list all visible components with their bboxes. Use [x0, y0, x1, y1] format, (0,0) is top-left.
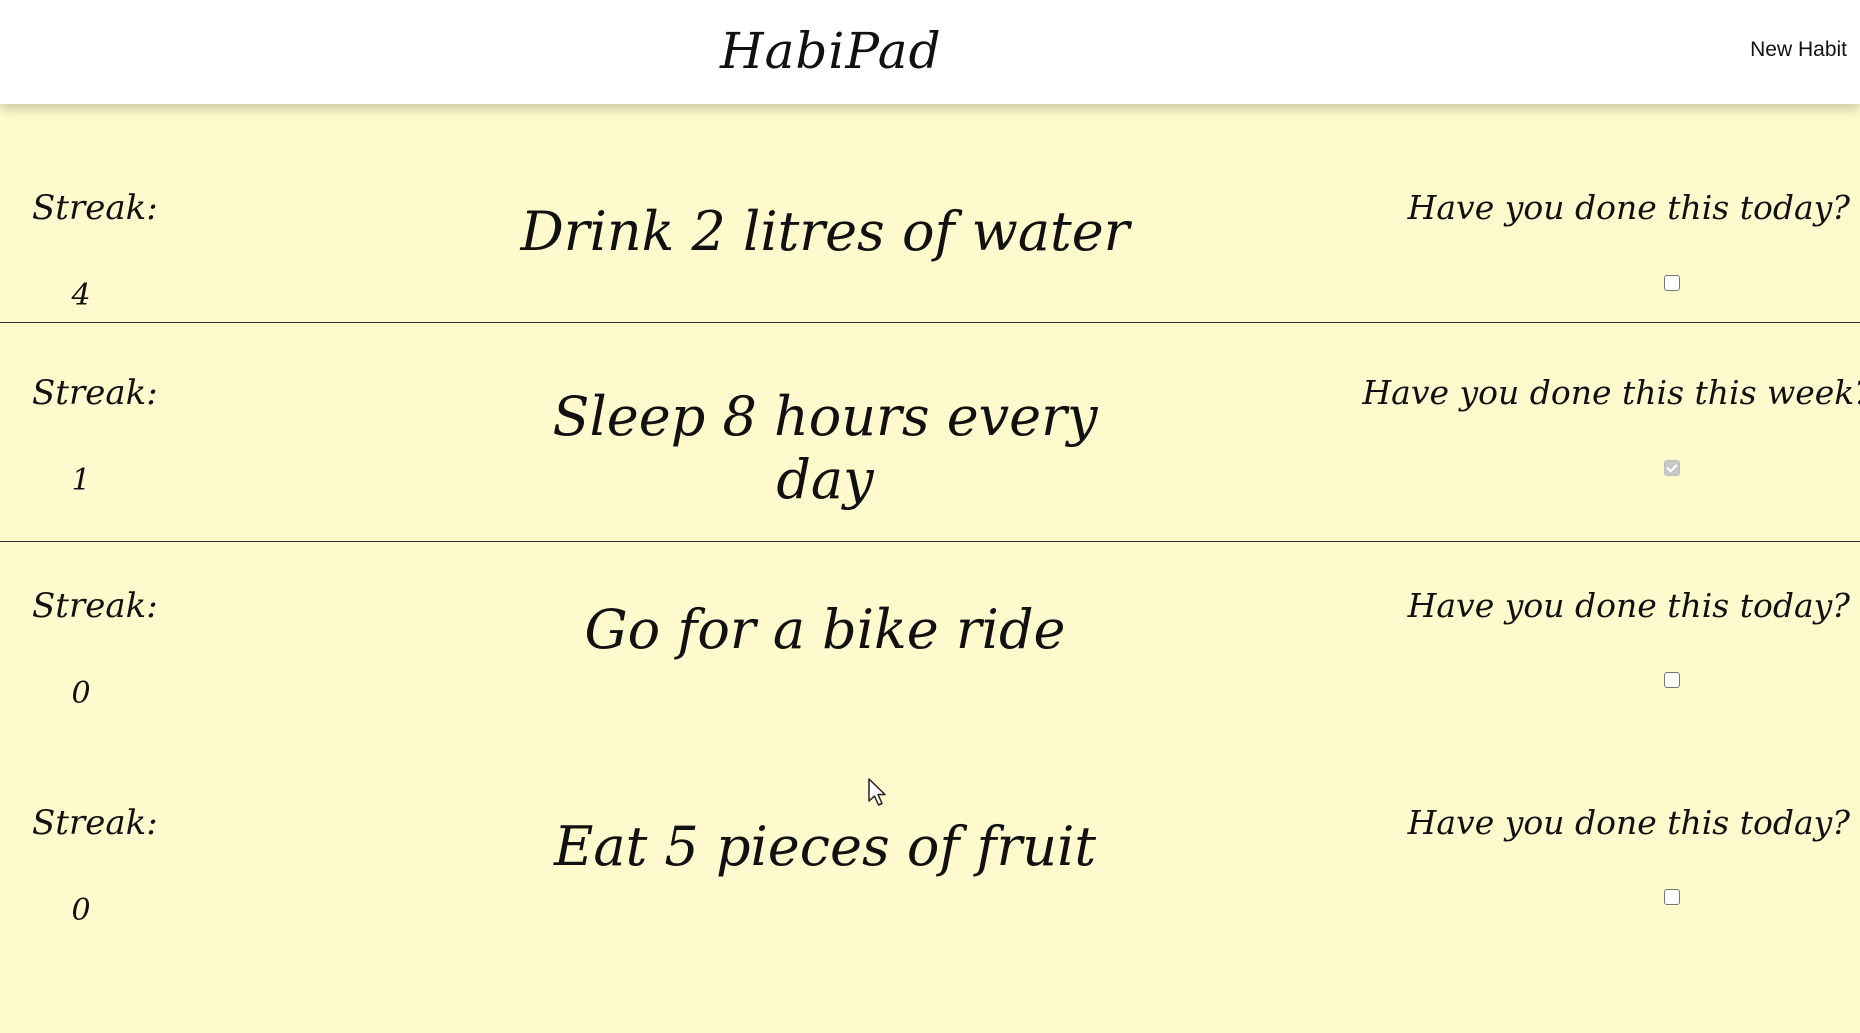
- top-navbar: HabiPad New Habit: [0, 0, 1860, 104]
- streak-count: 0: [71, 893, 91, 928]
- done-question: Have you done this this week?: [1362, 373, 1860, 412]
- habit-title: Drink 2 litres of water: [520, 200, 1130, 263]
- streak-label: Streak:: [32, 586, 158, 626]
- done-question: Have you done this today?: [1407, 188, 1850, 227]
- habit-title: Sleep 8 hours every day: [552, 385, 1098, 511]
- habit-card: Streak: 0 Eat 5 pieces of fruit Have you…: [0, 759, 1860, 977]
- streak-label: Streak:: [32, 803, 158, 843]
- habit-card: Streak: 1 Sleep 8 hours every day Have y…: [0, 323, 1860, 542]
- habit-card: Streak: 0 Go for a bike ride Have you do…: [0, 542, 1860, 760]
- streak-count: 4: [71, 278, 91, 313]
- done-checkbox[interactable]: [1664, 460, 1680, 476]
- habit-title: Go for a bike ride: [584, 598, 1066, 661]
- new-habit-link[interactable]: New Habit: [1750, 38, 1847, 62]
- app-logo-title[interactable]: HabiPad: [720, 22, 942, 80]
- streak-label: Streak:: [32, 188, 158, 228]
- done-question: Have you done this today?: [1407, 586, 1850, 625]
- habit-card: Streak: 4 Drink 2 litres of water Have y…: [0, 104, 1860, 323]
- done-checkbox[interactable]: [1664, 672, 1680, 688]
- habit-title: Eat 5 pieces of fruit: [553, 815, 1097, 878]
- streak-count: 1: [71, 463, 91, 498]
- streak-label: Streak:: [32, 373, 158, 413]
- streak-count: 0: [71, 676, 91, 711]
- mouse-pointer-icon: [868, 778, 886, 806]
- done-question: Have you done this today?: [1407, 803, 1850, 842]
- done-checkbox[interactable]: [1664, 889, 1680, 905]
- done-checkbox[interactable]: [1664, 275, 1680, 291]
